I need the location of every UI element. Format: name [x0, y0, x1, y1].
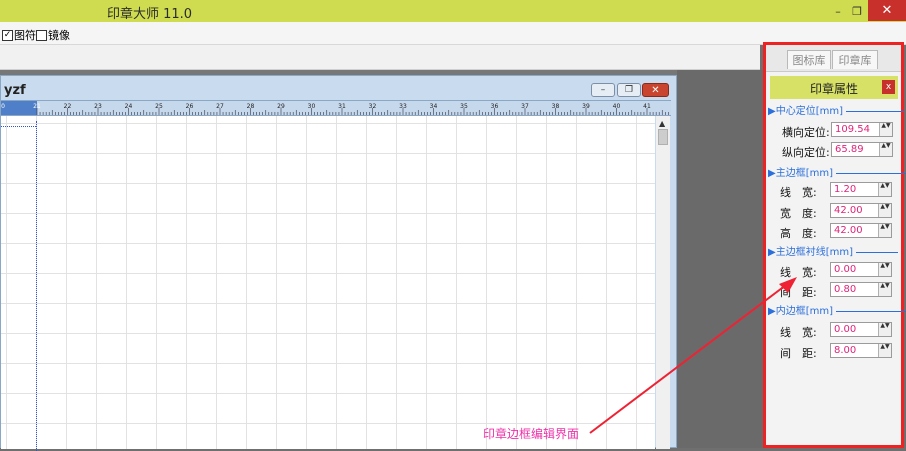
vertical-guide-line [36, 121, 37, 451]
border-line-width-input[interactable]: 1.20 ▲▼ [830, 182, 892, 197]
workspace-gray-area [677, 70, 763, 448]
section-divider [856, 251, 899, 253]
mirror-checkbox-label: 镜像 [48, 29, 70, 42]
spinner-arrows-icon[interactable]: ▲▼ [879, 143, 892, 156]
spinner-arrows-icon[interactable]: ▲▼ [878, 263, 891, 276]
field-value: 0.00 [834, 264, 857, 275]
panel-close-button[interactable]: x [882, 80, 895, 94]
spinner-arrows-icon[interactable]: ▲▼ [878, 283, 891, 296]
close-button[interactable]: ✕ [868, 0, 906, 21]
library-tabs: 图标库 印章库 [766, 45, 901, 72]
section-divider [836, 172, 906, 174]
section-inner-border: ▶内边框[mm] [768, 302, 906, 317]
lining-width-input[interactable]: 0.00 ▲▼ [830, 262, 892, 277]
spinner-arrows-icon[interactable]: ▲▼ [878, 183, 891, 196]
ruler-tick-label: 0 [1, 103, 5, 110]
section-divider [836, 310, 906, 312]
document-window: yzf – ❐ ✕ 0 21 22 23 24 25 26 27 28 29 30 31 32 33 34 3… [0, 75, 677, 451]
section-header-label: ▶中心定位[mm] [768, 106, 843, 117]
app-title-bar: 印章大师 11.0 – ❐ ✕ [0, 0, 906, 22]
vertical-position-input[interactable]: 65.89 ▲▼ [831, 142, 893, 157]
section-divider [846, 110, 905, 112]
document-minimize-button[interactable]: – [591, 83, 615, 97]
field-label: 间 距: [780, 286, 817, 299]
stamp-properties-panel: 图标库 印章库 印章属性 x ▶中心定位[mm] 横向定位: 109.54 ▲▼… [763, 42, 906, 448]
mirror-checkbox[interactable]: 镜像 [36, 27, 70, 43]
checkbox-unchecked-icon [36, 29, 47, 41]
scrollbar-thumb[interactable] [658, 129, 668, 145]
tab-stamp-library[interactable]: 印章库 [832, 50, 878, 69]
spinner-arrows-icon[interactable]: ▲▼ [878, 344, 891, 357]
field-value: 8.00 [834, 345, 857, 356]
field-value: 0.00 [834, 324, 857, 335]
glyph-checkbox-label: 图符 [14, 29, 36, 42]
field-label: 宽 度: [780, 207, 817, 220]
section-border-lining: ▶主边框衬线[mm] [768, 243, 899, 258]
inner-spacing-input[interactable]: 8.00 ▲▼ [830, 343, 892, 358]
panel-title: 印章属性 [809, 82, 858, 96]
document-title: yzf [4, 83, 26, 98]
field-label: 间 距: [780, 347, 817, 360]
restore-button[interactable]: ❐ [848, 2, 866, 20]
border-width-input[interactable]: 42.00 ▲▼ [830, 203, 892, 218]
inner-line-width-input[interactable]: 0.00 ▲▼ [830, 322, 892, 337]
field-value: 65.89 [835, 144, 864, 155]
tab-icon-library[interactable]: 图标库 [787, 50, 831, 69]
border-height-input[interactable]: 42.00 ▲▼ [830, 223, 892, 238]
annotation-caption: 印章边框编辑界面 [483, 427, 580, 441]
field-label: 高 度: [780, 227, 817, 240]
panel-header: 印章属性 x [770, 76, 898, 99]
lining-spacing-input[interactable]: 0.80 ▲▼ [830, 282, 892, 297]
design-canvas[interactable] [1, 116, 655, 449]
field-label: 线 宽: [780, 186, 817, 199]
section-header-label: ▶内边框[mm] [768, 306, 833, 317]
section-header-label: ▶主边框[mm] [768, 168, 833, 179]
horizontal-guide-line [1, 126, 36, 127]
field-label: 线 宽: [780, 266, 817, 279]
spinner-arrows-icon[interactable]: ▲▼ [878, 323, 891, 336]
document-close-button[interactable]: ✕ [642, 83, 669, 97]
field-value: 42.00 [834, 205, 863, 216]
ruler-ticks-graphic: 0 21 22 23 24 25 26 27 28 29 30 31 32 33 34 35 36 37 38 39 4… [1, 101, 669, 115]
scroll-up-icon[interactable]: ▲ [659, 119, 665, 128]
glyph-checkbox[interactable]: ✓ 图符 [2, 27, 36, 43]
document-restore-button[interactable]: ❐ [617, 83, 641, 97]
checkbox-checked-icon: ✓ [2, 29, 13, 41]
field-label: 横向定位: [782, 126, 830, 139]
field-label: 纵向定位: [782, 146, 830, 159]
section-main-border: ▶主边框[mm] [768, 164, 906, 179]
spinner-arrows-icon[interactable]: ▲▼ [878, 224, 891, 237]
vertical-scrollbar[interactable]: ▲ [656, 116, 670, 449]
field-value: 42.00 [834, 225, 863, 236]
field-value: 0.80 [834, 284, 857, 295]
field-label: 线 宽: [780, 326, 817, 339]
spinner-placeholder [879, 122, 891, 137]
section-center-position: ▶中心定位[mm] [768, 102, 905, 117]
minimize-button[interactable]: – [828, 2, 848, 20]
section-header-label: ▶主边框衬线[mm] [768, 247, 853, 258]
ruler-selection-highlight [1, 101, 37, 115]
secondary-toolbar [0, 45, 760, 70]
horizontal-ruler: 0 21 22 23 24 25 26 27 28 29 30 31 32 33 34 35 36 37 38 39 4… [1, 100, 671, 116]
spinner-arrows-icon[interactable]: ▲▼ [878, 204, 891, 217]
app-title: 印章大师 11.0 [107, 7, 193, 22]
field-value: 109.54 [835, 124, 870, 135]
field-value: 1.20 [834, 184, 857, 195]
